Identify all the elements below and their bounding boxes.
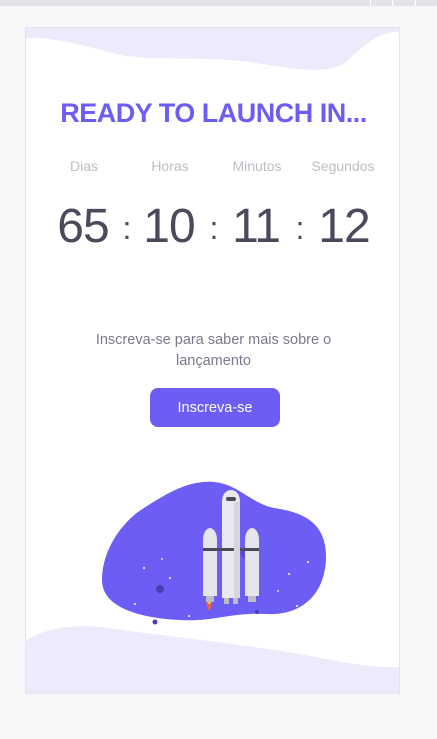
star [143, 567, 145, 569]
star [307, 561, 309, 563]
days-label: Dias [69, 158, 98, 174]
bottom-wave-decoration [26, 626, 399, 693]
launch-card: READY TO LAUNCH IN... Dias Horas Minutos… [25, 27, 400, 694]
strip-divider [370, 0, 371, 6]
star [296, 605, 298, 607]
rocket-core-nozzle [233, 598, 238, 604]
hours-label: Horas [151, 158, 189, 174]
hours-value: 10 [143, 200, 195, 253]
seconds-label: Segundos [311, 158, 375, 174]
planet [255, 610, 259, 614]
rocket-core-shade [234, 502, 240, 598]
subscribe-description: Inscreva-se para saber mais sobre o lanç… [95, 332, 332, 369]
seconds-value: 12 [318, 200, 370, 253]
rocket-core-band [217, 548, 245, 551]
days-value: 65 [57, 200, 109, 253]
star [134, 603, 136, 605]
minutes-value: 11 [232, 200, 281, 253]
rocket-booster-nozzle [248, 596, 256, 602]
rocket-booster-nozzle [206, 596, 214, 602]
minutes-label: Minutos [232, 158, 282, 174]
strip-divider [415, 0, 416, 6]
page-title: READY TO LAUNCH IN... [60, 98, 367, 128]
star [161, 558, 163, 560]
rocket-core-nozzle [224, 598, 229, 604]
star [277, 590, 279, 592]
star [288, 573, 290, 575]
subscribe-button[interactable]: Inscreva-se [150, 388, 280, 427]
rocket-window [226, 497, 236, 501]
planet [156, 585, 164, 593]
star [169, 577, 171, 579]
rocket-launch-illustration [102, 481, 326, 625]
rocket-booster-band [203, 548, 217, 551]
browser-top-strip [0, 0, 437, 6]
strip-divider [392, 0, 393, 6]
rocket-booster-band [245, 548, 259, 551]
top-wave-decoration [26, 28, 399, 70]
star [188, 615, 190, 617]
